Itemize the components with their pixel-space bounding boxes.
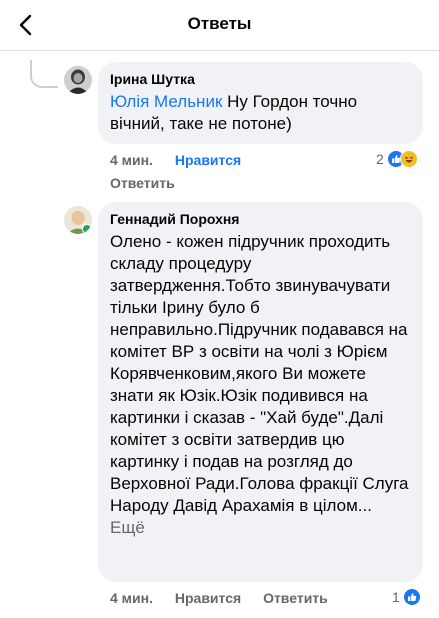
comment-bubble[interactable]: Геннадий Порохня Олено - кожен підручник… <box>98 202 423 582</box>
haha-icon <box>399 150 418 168</box>
reaction-count: 1 <box>392 589 400 605</box>
mention-link[interactable]: Юлія Мельник <box>110 92 222 111</box>
like-button[interactable]: Нравится <box>175 590 241 606</box>
reaction-summary[interactable]: 2 <box>376 150 418 168</box>
comment-time: 4 мин. <box>110 152 153 168</box>
comment-actions: 4 мин. Нравится <box>110 152 241 168</box>
avatar[interactable] <box>64 66 92 94</box>
reaction-summary[interactable]: 1 <box>392 588 421 606</box>
avatar[interactable] <box>64 206 92 234</box>
like-icon <box>402 588 421 606</box>
top-bar: Ответы <box>0 0 439 51</box>
reply-button[interactable]: Ответить <box>110 175 175 191</box>
see-more-link[interactable]: Ещё <box>110 518 145 537</box>
comment-body: Олено - кожен підручник проходить складу… <box>110 232 409 515</box>
online-status-dot <box>82 224 92 234</box>
avatar-photo <box>64 66 92 94</box>
comment-author[interactable]: Геннадий Порохня <box>110 210 411 228</box>
reply-button[interactable]: Ответить <box>263 590 328 606</box>
comment-actions: 4 мин. Нравится Ответить <box>110 590 328 606</box>
reply-row: Ответить <box>110 175 175 191</box>
comment-text: Олено - кожен підручник проходить складу… <box>110 231 411 539</box>
reaction-count: 2 <box>376 151 384 167</box>
page-title: Ответы <box>187 14 252 33</box>
comment-time: 4 мин. <box>110 590 153 606</box>
like-button[interactable]: Нравится <box>175 152 241 168</box>
comment-text: Юлія Мельник Ну Гордон точно вічний, так… <box>110 91 411 135</box>
thread-connector <box>30 60 58 88</box>
comment-bubble[interactable]: Ірина Шутка Юлія Мельник Ну Гордон точно… <box>98 62 423 144</box>
comment-author[interactable]: Ірина Шутка <box>110 70 411 88</box>
